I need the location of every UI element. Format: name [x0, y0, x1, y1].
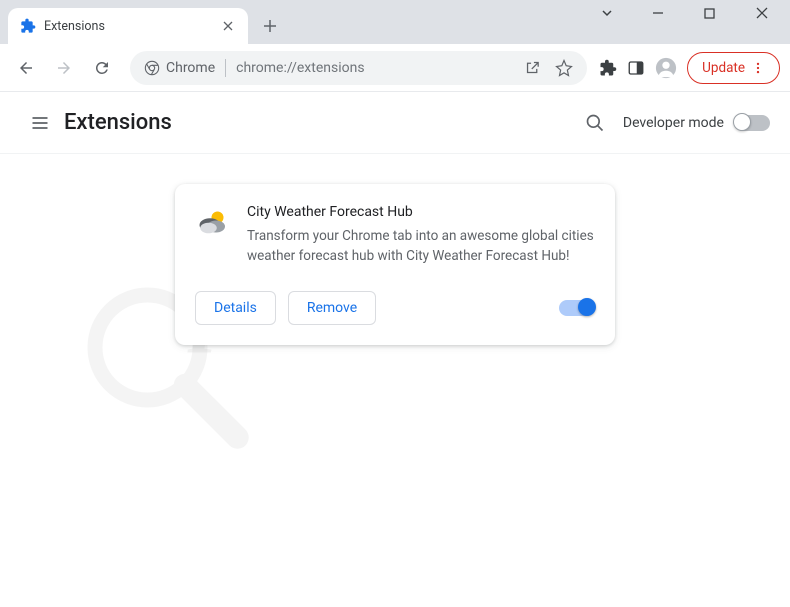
omnibox-divider: [225, 59, 226, 77]
extension-name: City Weather Forecast Hub: [247, 204, 595, 220]
tab-close-icon[interactable]: [220, 18, 236, 34]
page-title: Extensions: [64, 110, 172, 135]
forward-button[interactable]: [48, 52, 80, 84]
extension-description: Transform your Chrome tab into an awesom…: [247, 226, 595, 267]
window-dropdown-icon[interactable]: [600, 6, 628, 20]
details-button[interactable]: Details: [195, 291, 276, 325]
reload-button[interactable]: [86, 52, 118, 84]
window-controls: [600, 6, 784, 20]
share-icon[interactable]: [524, 59, 541, 77]
back-button[interactable]: [10, 52, 42, 84]
bookmark-star-icon[interactable]: [555, 59, 573, 77]
developer-mode-toggle: Developer mode: [623, 115, 770, 131]
developer-mode-switch[interactable]: [734, 115, 770, 131]
new-tab-button[interactable]: [256, 12, 284, 40]
extensions-puzzle-icon[interactable]: [599, 59, 617, 77]
browser-toolbar: Chrome chrome://extensions Update: [0, 44, 790, 92]
url-text: chrome://extensions: [236, 60, 514, 76]
browser-tab[interactable]: Extensions: [8, 8, 248, 44]
chrome-chip-label: Chrome: [166, 60, 215, 76]
window-titlebar: Extensions: [0, 0, 790, 44]
tab-title: Extensions: [44, 19, 220, 34]
developer-mode-label: Developer mode: [623, 115, 724, 131]
window-minimize-icon[interactable]: [652, 7, 680, 19]
remove-button[interactable]: Remove: [288, 291, 376, 325]
extension-puzzle-icon: [20, 18, 36, 34]
extension-enable-switch[interactable]: [559, 300, 595, 316]
address-bar[interactable]: Chrome chrome://extensions: [130, 51, 587, 85]
extension-card: City Weather Forecast Hub Transform your…: [175, 184, 615, 345]
chrome-chip: Chrome: [144, 60, 215, 76]
search-icon[interactable]: [585, 113, 605, 133]
page-header: Extensions Developer mode: [0, 92, 790, 154]
menu-dots-icon: [751, 61, 765, 75]
extensions-list: City Weather Forecast Hub Transform your…: [0, 154, 790, 375]
window-maximize-icon[interactable]: [704, 8, 732, 19]
side-panel-icon[interactable]: [627, 59, 645, 77]
update-label: Update: [702, 60, 745, 76]
update-button[interactable]: Update: [687, 52, 780, 84]
extension-weather-icon: [195, 204, 231, 240]
chrome-logo-icon: [144, 60, 160, 76]
hamburger-menu-icon[interactable]: [20, 103, 60, 143]
profile-avatar-icon[interactable]: [655, 57, 677, 79]
window-close-icon[interactable]: [756, 7, 784, 19]
